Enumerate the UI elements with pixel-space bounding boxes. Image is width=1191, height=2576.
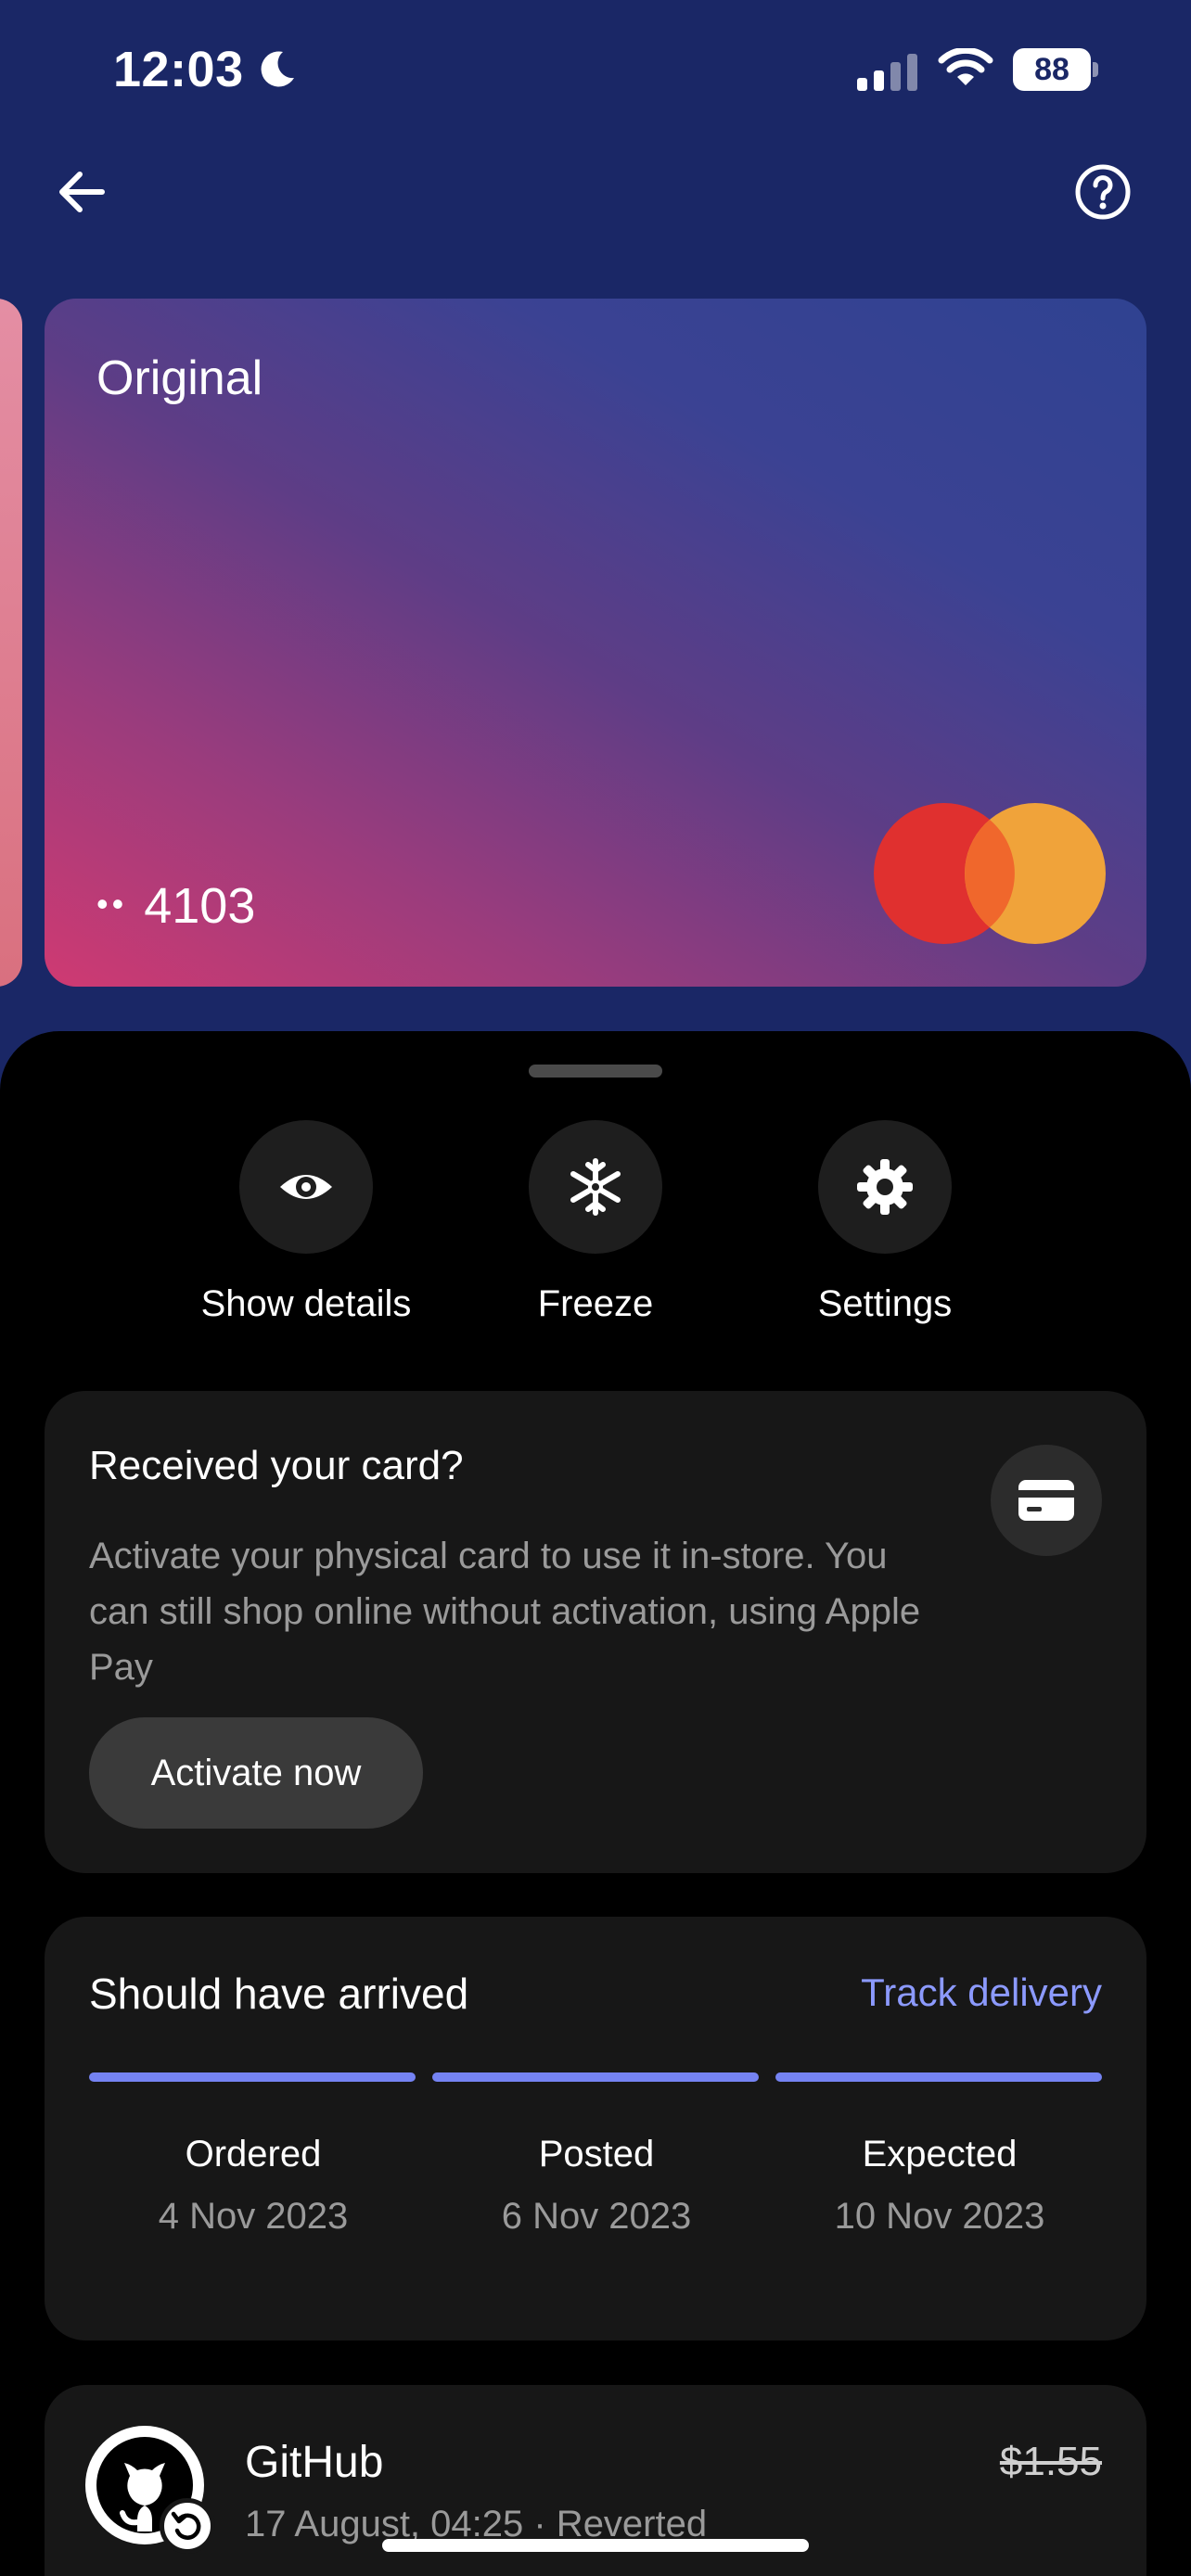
previous-card-peek[interactable]: [0, 299, 22, 987]
progress-segment-expected: [775, 2072, 1102, 2082]
activate-title: Received your card?: [89, 1443, 464, 1488]
progress-segment-posted: [432, 2072, 759, 2082]
show-details-circle[interactable]: [239, 1120, 373, 1254]
revert-icon: [160, 2498, 215, 2554]
eye-icon: [280, 1175, 332, 1199]
settings-circle[interactable]: [818, 1120, 952, 1254]
show-details-label: Show details: [200, 1283, 412, 1324]
battery-body: 88: [1013, 48, 1091, 91]
delivery-title: Should have arrived: [89, 1970, 469, 2018]
step-expected: Expected 10 Nov 2023: [768, 2134, 1111, 2238]
card-name: Original: [96, 351, 263, 405]
activate-description: Activate your physical card to use it in…: [89, 1536, 921, 1688]
status-time: 12:03: [113, 42, 244, 97]
step-posted-date: 6 Nov 2023: [501, 2196, 692, 2237]
track-delivery-link[interactable]: Track delivery: [861, 1970, 1102, 2015]
freeze-label: Freeze: [537, 1283, 654, 1324]
step-ordered-label: Ordered: [185, 2134, 322, 2174]
activate-card-panel: Received your card? Activate your physic…: [45, 1391, 1146, 1873]
step-ordered: Ordered 4 Nov 2023: [82, 2134, 425, 2238]
virtual-card[interactable]: Original •• 4103: [45, 299, 1146, 987]
activate-now-button[interactable]: Activate now: [89, 1717, 423, 1829]
sheet-drag-handle[interactable]: [529, 1065, 662, 1078]
progress-segment-ordered: [89, 2072, 416, 2082]
card-masked-dots: ••: [96, 885, 128, 923]
moon-icon: [261, 51, 294, 87]
delivery-panel: Should have arrived Track delivery Order…: [45, 1917, 1146, 2340]
card-icon: [1018, 1480, 1074, 1521]
card-icon-circle: [991, 1445, 1102, 1556]
home-indicator[interactable]: [382, 2539, 809, 2552]
battery-icon: 88: [1013, 48, 1098, 91]
step-posted: Posted 6 Nov 2023: [425, 2134, 768, 2238]
transaction-amount: $1.55: [999, 2439, 1102, 2484]
battery-level: 88: [1034, 51, 1069, 87]
card-last-four: 4103: [144, 878, 256, 934]
freeze-circle[interactable]: [529, 1120, 662, 1254]
mastercard-logo-icon: [874, 803, 1106, 944]
snowflake-icon: [570, 1158, 621, 1216]
question-circle-icon[interactable]: [1070, 159, 1135, 224]
show-details-button[interactable]: Show details: [195, 1120, 417, 1325]
settings-button[interactable]: Settings: [774, 1120, 996, 1325]
step-ordered-date: 4 Nov 2023: [158, 2196, 349, 2237]
freeze-button[interactable]: Freeze: [484, 1120, 707, 1325]
step-expected-date: 10 Nov 2023: [834, 2196, 1045, 2237]
wifi-icon: [938, 48, 993, 85]
card-actions-sheet: Show details Freeze Settings Received yo…: [0, 1031, 1191, 2576]
status-bar: 12:03 88: [0, 0, 1191, 139]
transaction-merchant: GitHub: [245, 2438, 384, 2487]
gear-icon: [857, 1159, 913, 1215]
settings-label: Settings: [817, 1283, 953, 1324]
card-number: •• 4103: [96, 877, 255, 935]
revert-arrow-shape: [171, 2511, 201, 2540]
step-posted-label: Posted: [538, 2134, 655, 2174]
card-screen: 12:03 88 Original •• 4103 Show details F…: [0, 0, 1191, 2576]
step-expected-label: Expected: [862, 2134, 1018, 2174]
cellular-signal-icon: [857, 54, 917, 91]
arrow-left-icon[interactable]: [50, 159, 115, 224]
battery-nub: [1093, 62, 1098, 77]
